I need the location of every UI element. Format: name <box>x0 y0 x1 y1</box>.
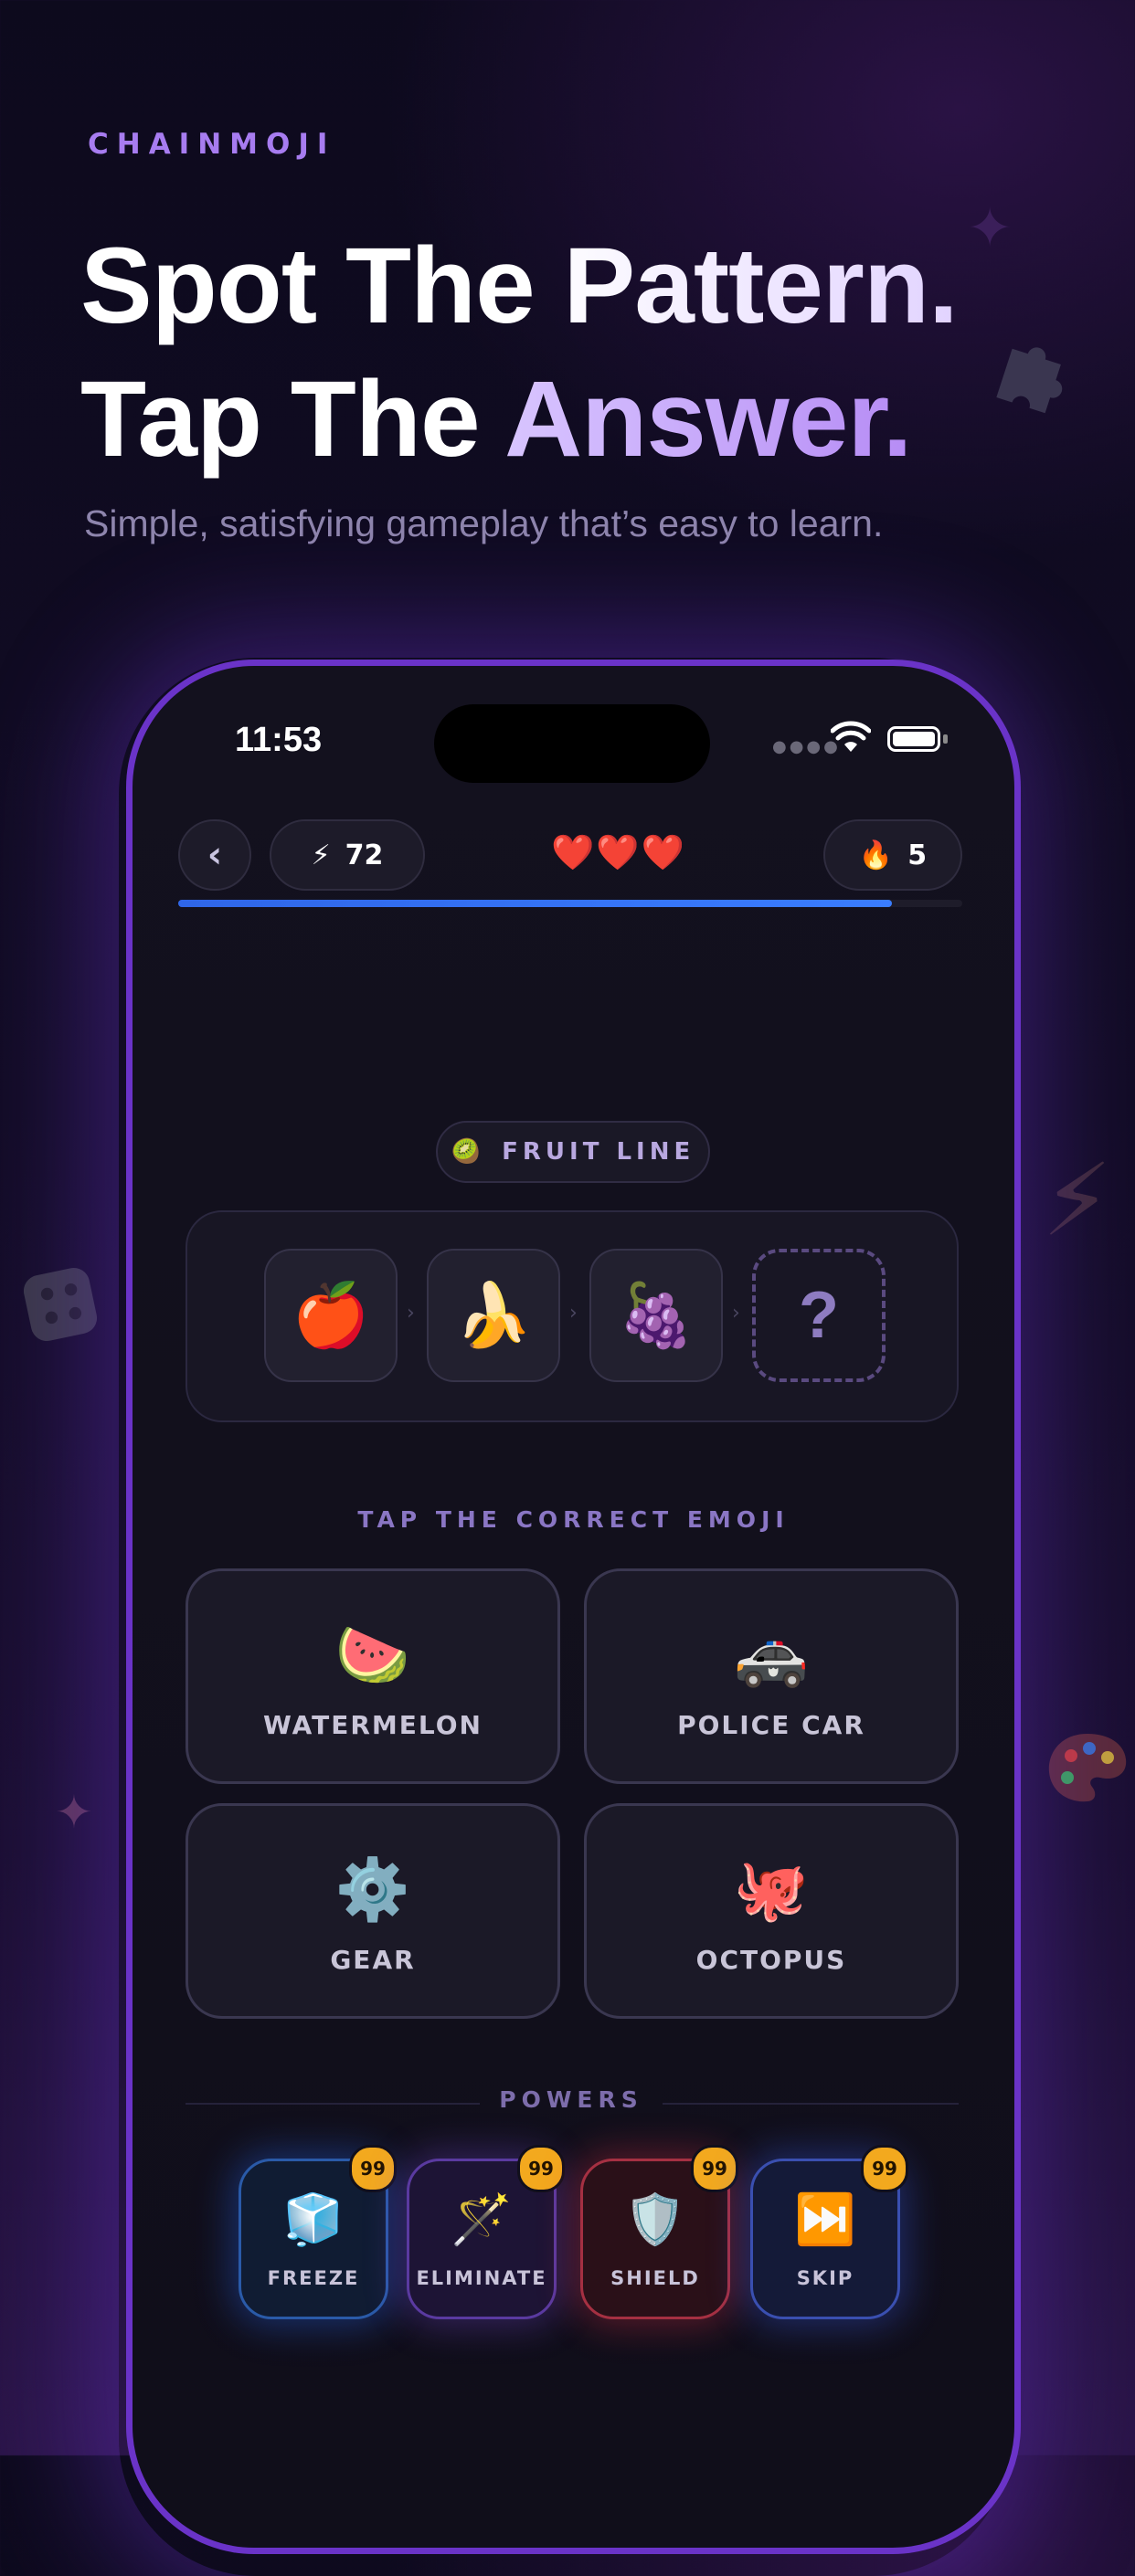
power-eliminate-button[interactable]: 🪄 ELIMINATE 99 <box>407 2145 565 2319</box>
answer-watermelon[interactable]: 🍉 WATERMELON <box>186 1568 560 1784</box>
octopus-icon: 🐙 <box>733 1854 810 1925</box>
energy-value: 72 <box>345 839 384 871</box>
headline-line-1: Spot The Pattern. <box>80 219 1086 353</box>
answer-police-car[interactable]: 🚓 POLICE CAR <box>584 1568 959 1784</box>
answer-label: GEAR <box>330 1945 416 1975</box>
dynamic-island <box>434 704 710 783</box>
brand-name: CHAINMOJI <box>88 128 336 161</box>
level-progress-bar <box>178 900 962 907</box>
shield-icon: 🛡️ <box>624 2191 686 2248</box>
lives-hearts: ❤️❤️❤️ <box>551 832 686 872</box>
puzzle-icon <box>996 347 1063 414</box>
power-label: SHIELD <box>610 2267 700 2289</box>
power-count-badge: 99 <box>349 2145 397 2192</box>
ice-cube-icon: 🧊 <box>282 2191 345 2248</box>
chevron-right-icon: › <box>569 1302 578 1325</box>
sparkle-icon: ✦ <box>967 196 1013 260</box>
power-label: FREEZE <box>267 2267 360 2289</box>
answer-label: WATERMELON <box>263 1710 483 1740</box>
lightning-icon: ⚡ <box>1042 1142 1113 1259</box>
energy-counter[interactable]: ⚡ 72 <box>270 819 425 891</box>
skip-forward-icon: ⏭️ <box>794 2191 856 2248</box>
headline-line-2-a: Tap The <box>80 359 504 480</box>
streak-value: 5 <box>907 839 928 871</box>
answer-label: POLICE CAR <box>677 1710 865 1740</box>
status-bar: 11:53 ●●●● <box>133 666 1014 783</box>
power-skip-button[interactable]: ⏭️ SKIP 99 <box>750 2145 908 2319</box>
power-count-badge: 99 <box>517 2145 565 2192</box>
status-time: 11:53 <box>235 721 323 759</box>
chevron-left-icon: ‹ <box>207 834 223 876</box>
back-button[interactable]: ‹ <box>178 819 251 891</box>
power-count-badge: 99 <box>861 2145 908 2192</box>
subtitle: Simple, satisfying gameplay that’s easy … <box>84 502 884 544</box>
chevron-right-icon: › <box>407 1302 415 1325</box>
answer-gear[interactable]: ⚙️ GEAR <box>186 1803 560 2019</box>
category-chip: 🥝 FRUIT LINE <box>436 1121 710 1183</box>
level-progress-fill <box>178 900 892 907</box>
gear-icon: ⚙️ <box>334 1854 411 1925</box>
dice-icon <box>23 1267 98 1342</box>
answer-label: OCTOPUS <box>695 1945 847 1975</box>
lightning-icon: ⚡ <box>311 839 331 871</box>
answer-octopus[interactable]: 🐙 OCTOPUS <box>584 1803 959 2019</box>
power-count-badge: 99 <box>691 2145 738 2192</box>
sequence-tile-apple: 🍎 <box>264 1249 398 1382</box>
fire-icon: 🔥 <box>858 839 894 871</box>
kiwi-icon: 🥝 <box>451 1138 486 1166</box>
power-freeze-button[interactable]: 🧊 FREEZE 99 <box>239 2145 397 2319</box>
headline-line-2-b: Answer. <box>504 359 913 480</box>
chevron-right-icon: › <box>732 1302 740 1325</box>
power-label: ELIMINATE <box>416 2267 547 2289</box>
game-top-bar: ‹ ⚡ 72 ❤️❤️❤️ 🔥 5 <box>178 819 962 894</box>
star-icon: ✦ <box>55 1786 93 1839</box>
watermelon-icon: 🍉 <box>334 1620 411 1690</box>
magic-wand-icon: 🪄 <box>451 2191 513 2248</box>
power-label: SKIP <box>796 2267 854 2289</box>
sequence-tile-missing: ? <box>752 1249 886 1382</box>
palette-icon <box>1048 1734 1127 1802</box>
powers-title: POWERS <box>480 2086 663 2113</box>
power-shield-button[interactable]: 🛡️ SHIELD 99 <box>580 2145 738 2319</box>
sequence-tile-grapes: 🍇 <box>589 1249 723 1382</box>
headline: Spot The Pattern. Tap The Answer. <box>80 219 1086 486</box>
streak-counter[interactable]: 🔥 5 <box>823 819 962 891</box>
answer-prompt: TAP THE CORRECT EMOJI <box>357 1506 790 1533</box>
phone-frame: 11:53 ●●●● ‹ ⚡ 72 ❤️❤️❤️ 🔥 5 🥝 FRUIT LIN… <box>126 660 1021 2554</box>
category-label: FRUIT LINE <box>502 1138 695 1166</box>
headline-line-2: Tap The Answer. <box>80 353 1086 486</box>
battery-tip <box>943 734 948 744</box>
sequence-panel: 🍎 › 🍌 › 🍇 › ? <box>186 1210 959 1422</box>
battery-icon <box>887 726 940 752</box>
sequence-tile-banana: 🍌 <box>427 1249 560 1382</box>
wifi-icon <box>831 721 871 752</box>
police-car-icon: 🚓 <box>733 1620 810 1690</box>
